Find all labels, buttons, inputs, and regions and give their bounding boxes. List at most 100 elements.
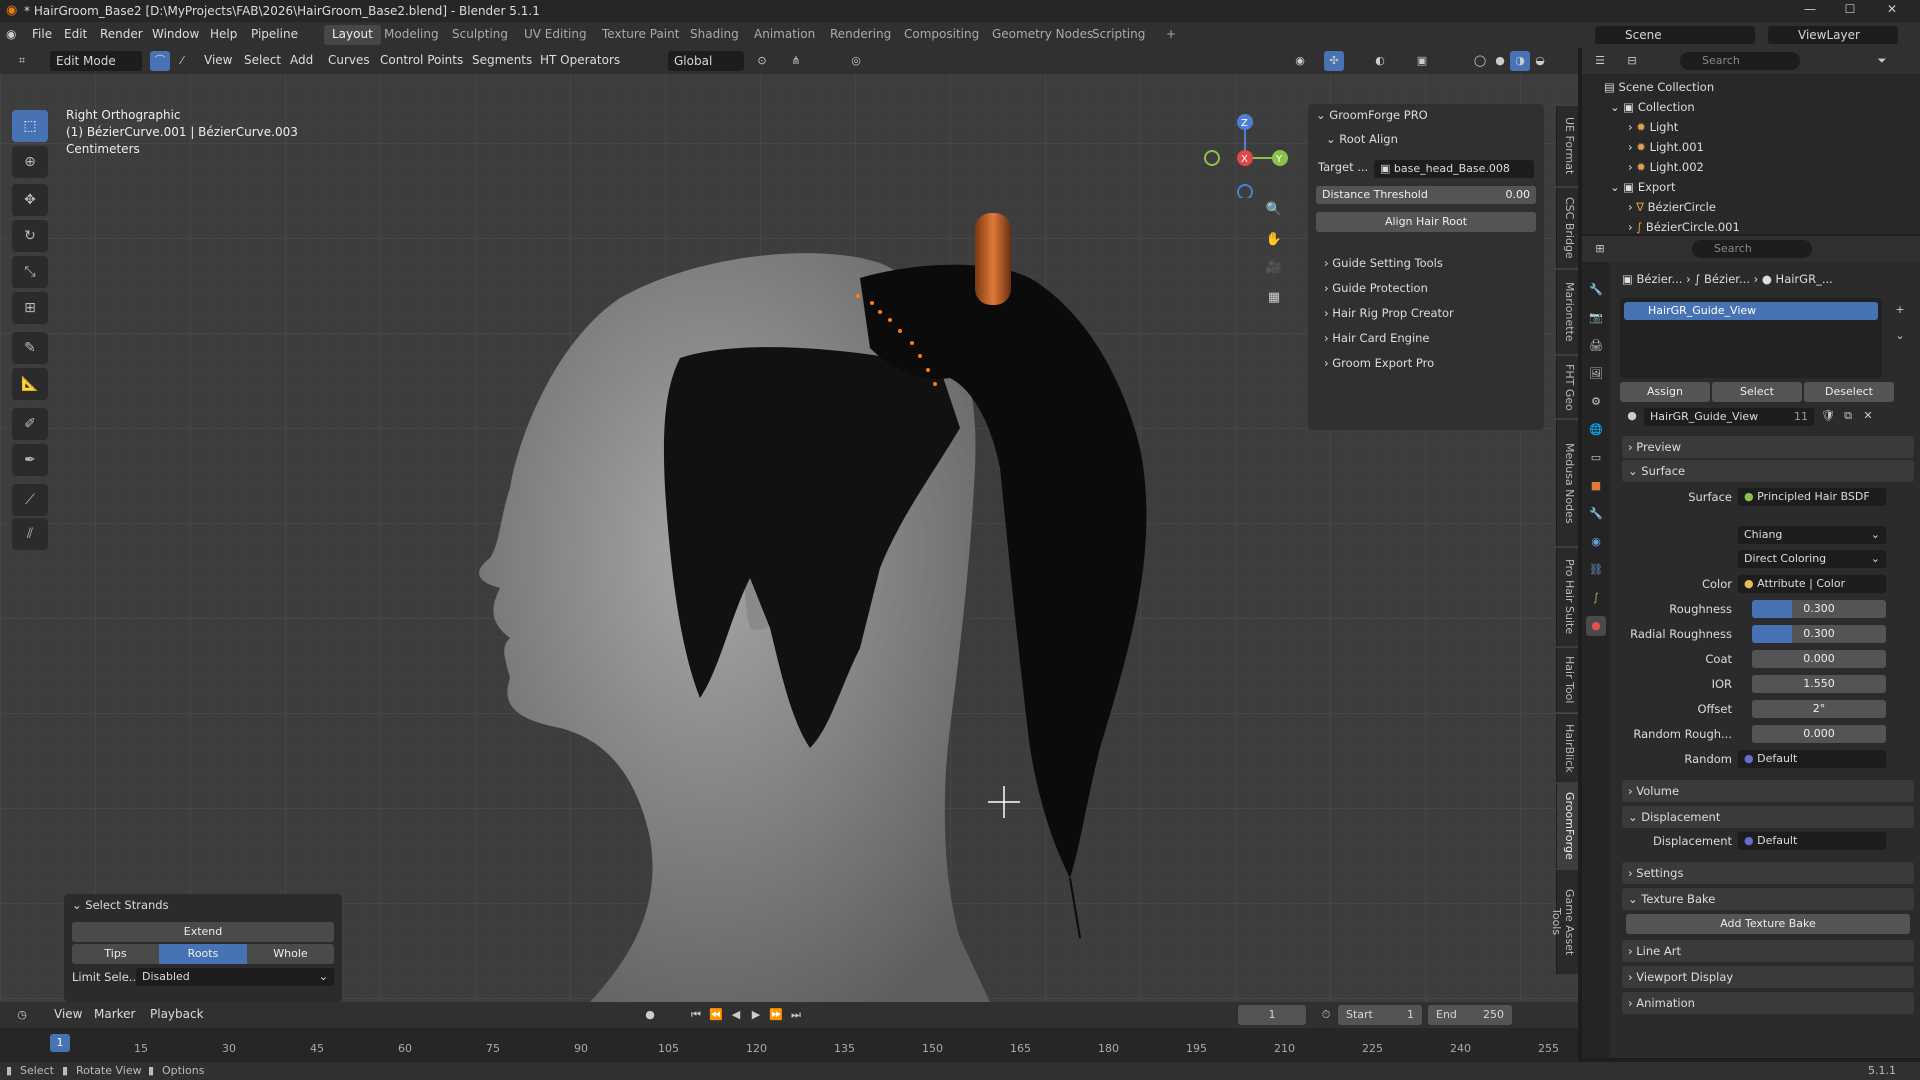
jump-start-icon[interactable]: ⏮ xyxy=(686,1005,706,1025)
unlink-material-icon[interactable]: ✕ xyxy=(1858,406,1878,426)
select-strands-header[interactable]: ⌄ Select Strands xyxy=(72,898,169,918)
menu-pipeline[interactable]: Pipeline xyxy=(251,27,298,41)
transform-tool-icon[interactable]: ⊞ xyxy=(12,292,48,324)
collection-tab-icon[interactable]: ▭ xyxy=(1586,448,1606,468)
param-field-roughness[interactable]: 0.300 xyxy=(1752,600,1886,618)
vtab-ue-format[interactable]: UE Format xyxy=(1556,106,1578,186)
timeline-editor-icon[interactable]: ◷ xyxy=(12,1005,32,1025)
rotate-tool-icon[interactable]: ↻ xyxy=(12,220,48,252)
roots-button[interactable]: Roots xyxy=(159,944,247,964)
menu-render[interactable]: Render xyxy=(100,27,143,41)
display-mode-icon[interactable]: ⊟ xyxy=(1622,51,1642,71)
xray-icon[interactable]: ▣ xyxy=(1412,51,1432,71)
volume-section[interactable]: › Volume xyxy=(1622,780,1914,802)
draw-curve-tool-icon[interactable]: ✐ xyxy=(12,408,48,440)
preview-section[interactable]: › Preview xyxy=(1622,436,1914,458)
editor-type-icon[interactable]: ⌗ xyxy=(12,51,32,71)
playhead[interactable]: 1 xyxy=(50,1034,70,1052)
prev-keyframe-icon[interactable]: ⏪ xyxy=(706,1005,726,1025)
vtab-pro-hair-suite[interactable]: Pro Hair Suite xyxy=(1556,548,1578,646)
cursor-tool-icon[interactable]: ⊕ xyxy=(12,146,48,178)
add-slot-icon[interactable]: + xyxy=(1890,300,1910,320)
vtab-hair-tool[interactable]: Hair Tool xyxy=(1556,648,1578,712)
annotate-tool-icon[interactable]: ✎ xyxy=(12,332,48,364)
outliner-editor-icon[interactable]: ☰ xyxy=(1590,51,1610,71)
param-field-ior[interactable]: 1.550 xyxy=(1752,675,1886,693)
outliner-row-beziercircle-001[interactable]: › ∫ BézierCircle.001 xyxy=(1628,220,1740,234)
snap-icon[interactable]: ⋔ xyxy=(786,51,806,71)
jump-end-icon[interactable]: ⏭ xyxy=(786,1005,806,1025)
rendered-shading-icon[interactable]: ◒ xyxy=(1530,51,1550,71)
header-menu-segments[interactable]: Segments xyxy=(472,53,532,67)
play-icon[interactable]: ▶ xyxy=(746,1005,766,1025)
start-frame-field[interactable]: Start 1 xyxy=(1338,1005,1422,1025)
header-menu-curves[interactable]: Curves xyxy=(328,53,370,67)
tilt-tool-icon[interactable]: ⟋ xyxy=(12,484,48,516)
material-shading-icon[interactable]: ◑ xyxy=(1510,51,1530,71)
hair-rig-prop-creator-header[interactable]: › Hair Rig Prop Creator xyxy=(1324,306,1454,326)
menu-help[interactable]: Help xyxy=(210,27,237,41)
slot-menu-icon[interactable]: ⌄ xyxy=(1890,326,1910,346)
pivot-icon[interactable]: ⊙ xyxy=(752,51,772,71)
align-hair-root-button[interactable]: Align Hair Root xyxy=(1316,212,1536,232)
duplicate-material-icon[interactable]: ⧉ xyxy=(1838,406,1858,426)
viewlayer-selector[interactable]: ViewLayer xyxy=(1768,26,1898,44)
tab-rendering[interactable]: Rendering xyxy=(822,25,899,45)
physics-tab-icon[interactable]: ◉ xyxy=(1586,532,1606,552)
material-name-field[interactable]: HairGR_Guide_View 11 xyxy=(1644,408,1814,426)
visibility-icon[interactable]: ◉ xyxy=(1290,51,1310,71)
minimize-button[interactable]: — xyxy=(1790,2,1830,20)
assign-button[interactable]: Assign xyxy=(1620,382,1710,402)
param-field-coat[interactable]: 0.000 xyxy=(1752,650,1886,668)
pan-icon[interactable]: ✋ xyxy=(1264,230,1284,250)
tab-sculpting[interactable]: Sculpting xyxy=(444,25,516,45)
maximize-button[interactable]: ☐ xyxy=(1830,2,1870,20)
timeline-menu-view[interactable]: View xyxy=(54,1007,82,1021)
guide-protection-header[interactable]: › Guide Protection xyxy=(1324,281,1428,301)
animation-section[interactable]: › Animation xyxy=(1622,992,1914,1014)
header-menu-ht-operators[interactable]: HT Operators xyxy=(540,53,620,67)
outliner-row-collection[interactable]: ⌄ ▣ Collection xyxy=(1610,100,1695,114)
param-field-offset[interactable]: 2° xyxy=(1752,700,1886,718)
render-tab-icon[interactable]: 📷 xyxy=(1586,308,1606,328)
material-slot-item[interactable]: HairGR_Guide_View xyxy=(1624,302,1878,320)
world-tab-icon[interactable]: 🌐 xyxy=(1586,420,1606,440)
vtab-marionette[interactable]: Marionette xyxy=(1556,270,1578,354)
material-tab-icon[interactable]: ● xyxy=(1586,616,1606,636)
mode-dropdown[interactable]: Edit Mode xyxy=(50,51,142,71)
deselect-button[interactable]: Deselect xyxy=(1804,382,1894,402)
header-menu-select[interactable]: Select xyxy=(244,53,281,67)
line-art-section[interactable]: › Line Art xyxy=(1622,940,1914,962)
ortho-toggle-icon[interactable]: ▦ xyxy=(1264,288,1284,308)
parametrization-dropdown[interactable]: Direct Coloring ⌄ xyxy=(1738,550,1886,568)
record-icon[interactable]: ● xyxy=(640,1005,660,1025)
constraints-tab-icon[interactable]: ⛓ xyxy=(1586,560,1606,580)
measure-tool-icon[interactable]: 📐 xyxy=(12,368,48,400)
edit-mode-icon[interactable]: ⁄ xyxy=(172,51,192,71)
current-frame-field[interactable]: 1 xyxy=(1238,1005,1306,1025)
wireframe-shading-icon[interactable]: ◯ xyxy=(1470,51,1490,71)
next-keyframe-icon[interactable]: ⏩ xyxy=(766,1005,786,1025)
tab-compositing[interactable]: Compositing xyxy=(896,25,987,45)
tab-layout[interactable]: Layout xyxy=(324,25,381,45)
target-field[interactable]: ▣ base_head_Base.008 xyxy=(1374,160,1534,178)
outliner-row-light-001[interactable]: › ✹ Light.001 xyxy=(1628,140,1704,154)
outliner-row-export[interactable]: ⌄ ▣ Export xyxy=(1610,180,1675,194)
param-field-radial-roughness[interactable]: 0.300 xyxy=(1752,625,1886,643)
filter-icon[interactable]: ⏷ xyxy=(1872,51,1892,71)
root-align-header[interactable]: ⌄ Root Align xyxy=(1326,132,1398,152)
material-browse-icon[interactable]: ● xyxy=(1622,406,1642,426)
overlays-icon[interactable]: ◐ xyxy=(1370,51,1390,71)
tool-tab-icon[interactable]: 🔧 xyxy=(1586,280,1606,300)
menu-window[interactable]: Window xyxy=(152,27,199,41)
gizmo-toggle-icon[interactable]: ✣ xyxy=(1324,51,1344,71)
surface-section[interactable]: ⌄ Surface xyxy=(1622,460,1914,482)
tab-animation[interactable]: Animation xyxy=(746,25,823,45)
timeline-menu-playback[interactable]: Playback xyxy=(150,1007,204,1021)
displacement-field[interactable]: ● Default xyxy=(1738,832,1886,850)
header-menu-control-points[interactable]: Control Points xyxy=(380,53,463,67)
modifier-tab-icon[interactable]: 🔧 xyxy=(1586,504,1606,524)
fake-user-icon[interactable]: 🛡 xyxy=(1818,406,1838,426)
output-tab-icon[interactable]: 🖨 xyxy=(1586,336,1606,356)
scene-tab-icon[interactable]: ⚙ xyxy=(1586,392,1606,412)
